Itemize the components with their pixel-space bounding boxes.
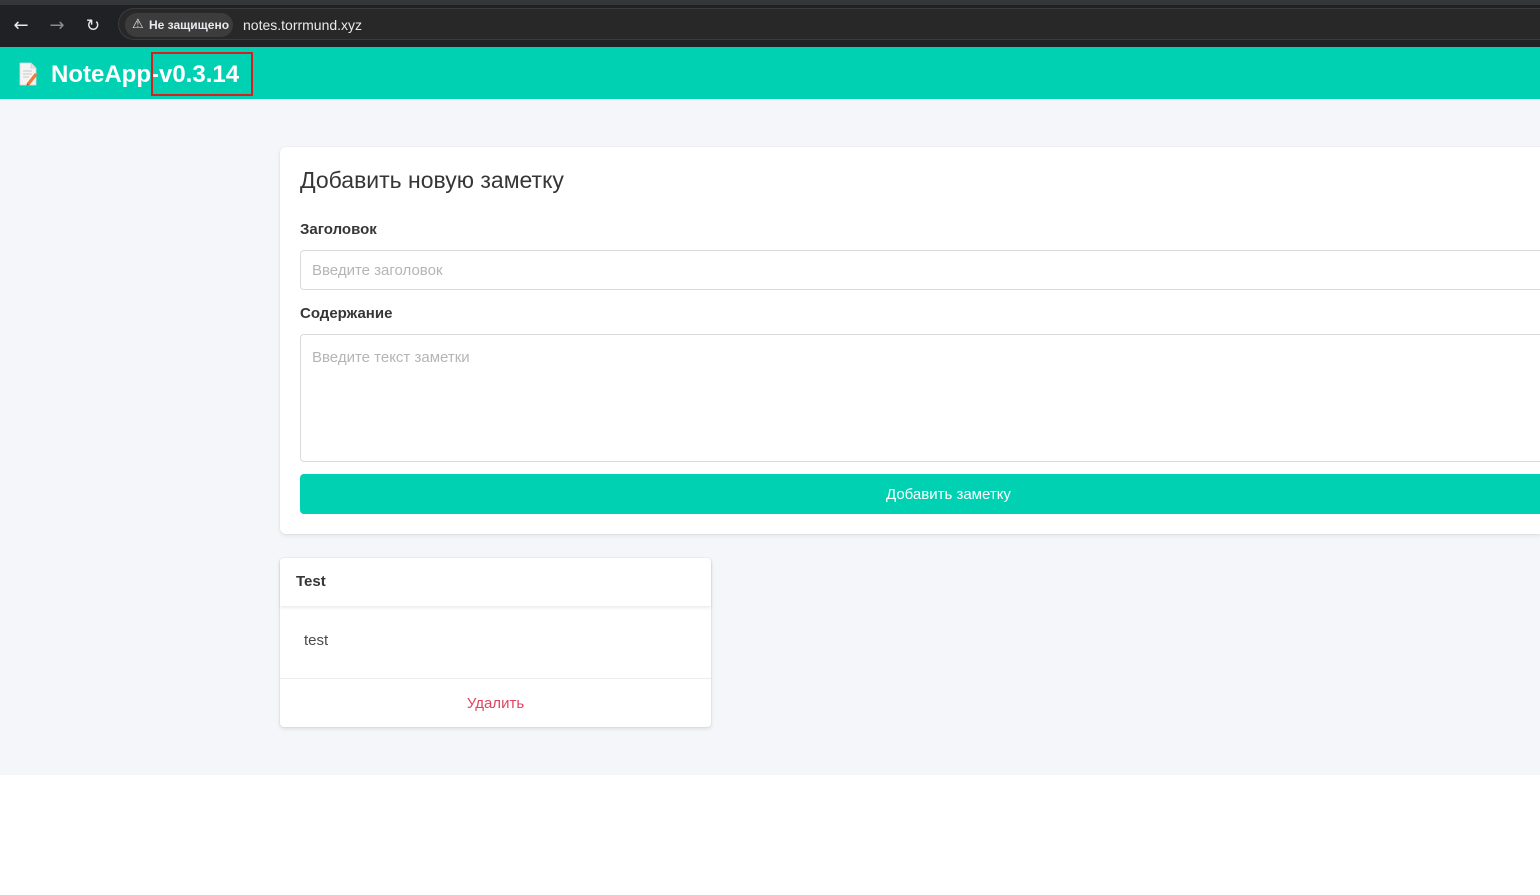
note-card-header: Test [280,558,711,606]
reload-icon[interactable]: ↻ [80,13,106,39]
form-title: Добавить новую заметку [300,167,564,193]
note-title-input[interactable] [300,250,1540,290]
title-label: Заголовок [300,221,377,238]
main-content: Добавить новую заметку Заголовок Содержа… [0,99,1540,775]
note-card: Test test Удалить [280,558,711,727]
notepad-icon [19,62,38,86]
note-card-footer: Удалить [280,678,711,727]
warning-icon: ⚠ [132,17,144,32]
note-body: test [304,632,329,649]
address-bar[interactable]: ⚠ Не защищено notes.torrmund.xyz [118,8,1540,40]
back-icon[interactable]: ← [8,13,34,39]
content-label: Содержание [300,305,393,322]
security-indicator[interactable]: ⚠ Не защищено [125,13,233,37]
browser-toolbar: ← → ↻ ⚠ Не защищено notes.torrmund.xyz [0,0,1540,47]
version-highlight-box [151,52,253,96]
forward-icon[interactable]: → [44,13,70,39]
note-content-textarea[interactable] [300,334,1540,462]
delete-note-button[interactable]: Удалить [280,679,711,728]
url-text[interactable]: notes.torrmund.xyz [243,9,362,41]
security-label: Не защищено [149,18,230,32]
add-note-form: Добавить новую заметку Заголовок Содержа… [280,147,1540,534]
add-note-button[interactable]: Добавить заметку [300,474,1540,514]
app-navbar: NoteApp-v0.3.14 [0,47,1540,99]
note-title: Test [296,573,326,590]
